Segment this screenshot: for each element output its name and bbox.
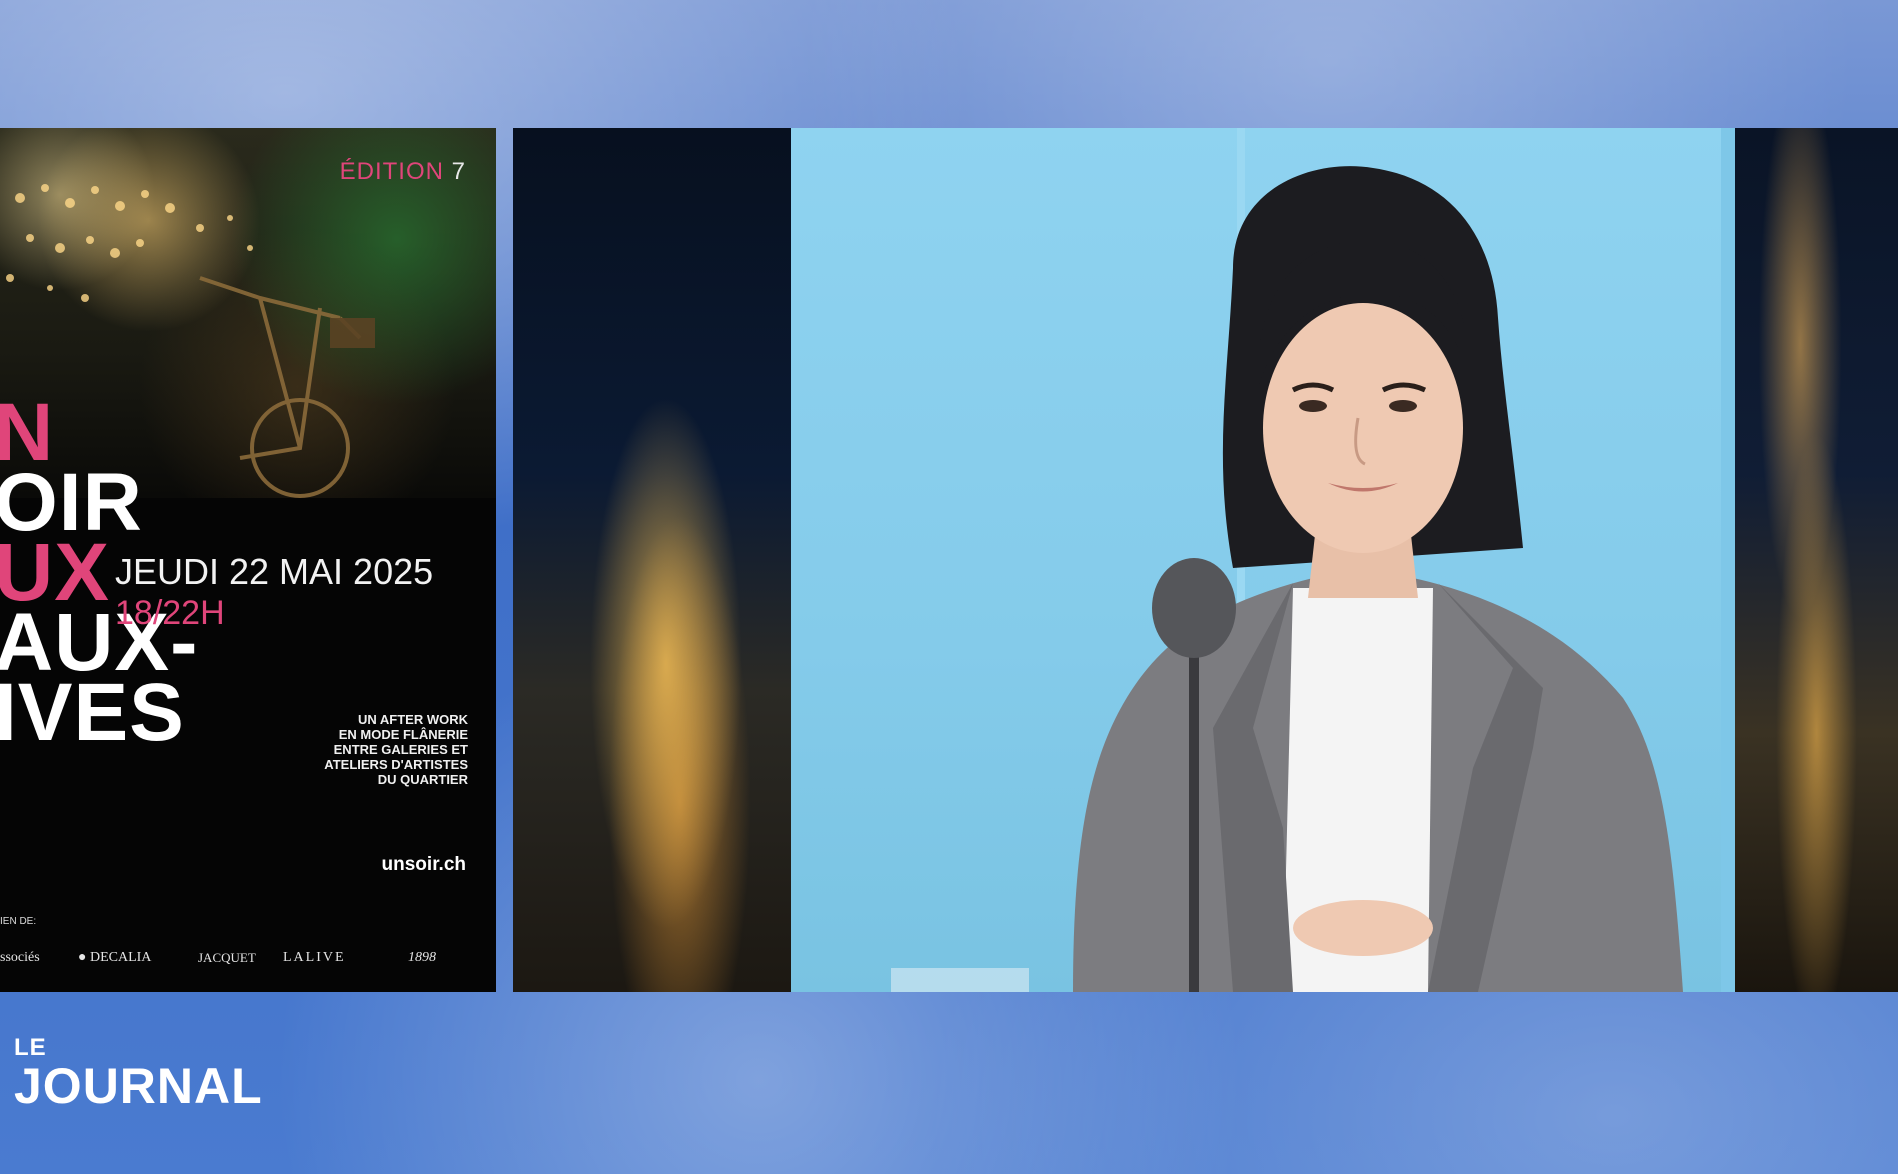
edition-label: ÉDITION 7 bbox=[340, 158, 466, 186]
le-journal-logo: LE JOURNAL bbox=[14, 1034, 263, 1114]
edition-number: 7 bbox=[451, 158, 466, 185]
poster-website: unsoir.ch bbox=[381, 854, 466, 875]
sponsor-logos: ssociés ● DECALIA JACQUET LALIVE 1898 bbox=[0, 940, 496, 980]
sponsor-logo: 1898 bbox=[408, 950, 436, 965]
event-date: JEUDI 22 MAI 2025 bbox=[115, 551, 434, 592]
poster-tagline: UN AFTER WORK EN MODE FLÂNERIE ENTRE GAL… bbox=[268, 712, 468, 787]
logo-journal: JOURNAL bbox=[14, 1058, 263, 1114]
sponsor-logo: ssociés bbox=[0, 950, 40, 965]
event-poster: ÉDITION 7 N OIR UX AUX- IVES JEUDI 22 MA… bbox=[0, 128, 496, 992]
sponsor-logo: LALIVE bbox=[283, 950, 346, 965]
studio-video-feed bbox=[513, 128, 1898, 992]
edition-text: ÉDITION bbox=[339, 158, 444, 185]
sponsor-logo: ● DECALIA bbox=[78, 950, 152, 965]
guest-person bbox=[891, 166, 1683, 992]
tagline-line: UN AFTER WORK bbox=[357, 712, 468, 727]
tagline-line: DU QUARTIER bbox=[377, 772, 468, 787]
tagline-line: ATELIERS D'ARTISTES bbox=[324, 757, 468, 772]
event-hours: 18/22H bbox=[115, 594, 225, 632]
title-line-5: IVES bbox=[0, 667, 185, 758]
logo-le: LE bbox=[14, 1034, 47, 1061]
tagline-line: EN MODE FLÂNERIE bbox=[338, 727, 468, 742]
tagline-line: ENTRE GALERIES ET bbox=[333, 742, 468, 757]
sponsor-logo: JACQUET bbox=[198, 950, 256, 965]
sponsor-label: IEN DE: bbox=[0, 916, 37, 927]
